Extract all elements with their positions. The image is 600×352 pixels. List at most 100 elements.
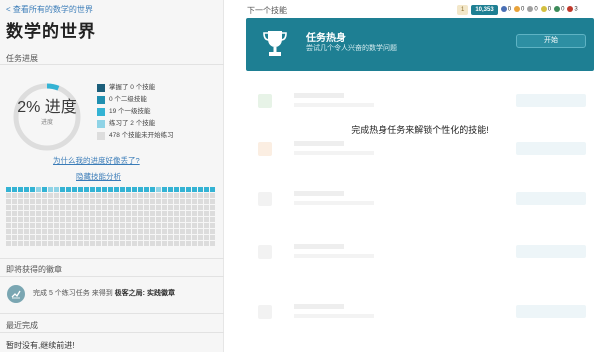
- skill-cell: [54, 193, 59, 198]
- skill-cell: [114, 187, 119, 192]
- skill-cell: [66, 235, 71, 240]
- skill-cell: [156, 205, 161, 210]
- skill-cell: [144, 205, 149, 210]
- skill-cell: [114, 193, 119, 198]
- divider: [0, 276, 224, 277]
- skill-cell: [108, 193, 113, 198]
- badge-description: 完成 5 个练习任务 来得到 极客之局: 实践徽章: [33, 288, 175, 298]
- skill-cell: [162, 205, 167, 210]
- hide-analysis-link[interactable]: 隐藏技能分析: [76, 171, 121, 182]
- skill-cell: [72, 229, 77, 234]
- skill-cell: [96, 235, 101, 240]
- skill-cell: [138, 187, 143, 192]
- skill-cell: [84, 223, 89, 228]
- skill-cell: [66, 223, 71, 228]
- skill-cell: [150, 223, 155, 228]
- skill-cell: [198, 199, 203, 204]
- skill-cell: [174, 187, 179, 192]
- points-total[interactable]: 10,353: [471, 4, 498, 15]
- skill-cell: [108, 205, 113, 210]
- skill-cell: [138, 235, 143, 240]
- skill-cell: [54, 235, 59, 240]
- skill-cell: [90, 229, 95, 234]
- skill-cell: [72, 235, 77, 240]
- skill-cell: [114, 211, 119, 216]
- user-stats: 1 10,353 0 0 0 0 0 3: [457, 4, 578, 15]
- skill-cell: [48, 217, 53, 222]
- skill-cell: [90, 211, 95, 216]
- skill-cell: [144, 235, 149, 240]
- skill-button: [516, 245, 586, 258]
- skill-cell: [78, 187, 83, 192]
- skill-cell: [96, 229, 101, 234]
- skill-cell: [12, 241, 17, 246]
- skill-cell: [54, 223, 59, 228]
- skill-cell: [30, 235, 35, 240]
- skill-cell: [162, 187, 167, 192]
- skill-icon: [258, 245, 272, 259]
- skill-cell: [30, 193, 35, 198]
- skill-cell: [42, 205, 47, 210]
- skill-cell: [84, 229, 89, 234]
- skill-cell: [156, 229, 161, 234]
- skill-cell: [132, 193, 137, 198]
- skill-cell: [150, 193, 155, 198]
- skill-cell: [84, 211, 89, 216]
- skill-cell: [42, 229, 47, 234]
- skill-cell: [132, 223, 137, 228]
- skill-cell: [24, 193, 29, 198]
- skill-cell: [84, 205, 89, 210]
- skill-cell: [6, 199, 11, 204]
- skill-cell: [84, 241, 89, 246]
- locked-skill-row: [246, 82, 594, 118]
- skill-cell: [36, 217, 41, 222]
- skill-cell: [60, 187, 65, 192]
- skill-cell: [198, 193, 203, 198]
- skill-cell: [60, 229, 65, 234]
- skill-cell: [42, 223, 47, 228]
- skill-button: [516, 305, 586, 318]
- skill-cell: [72, 223, 77, 228]
- badge-dot-icon: [567, 6, 574, 13]
- skill-cell: [168, 205, 173, 210]
- skill-cell: [30, 223, 35, 228]
- skill-cell: [42, 235, 47, 240]
- skill-cell: [198, 217, 203, 222]
- skill-cell: [174, 199, 179, 204]
- recent-empty-text: 暂时没有,继续前进!: [6, 341, 75, 350]
- skill-cell: [168, 187, 173, 192]
- back-link[interactable]: < 查看所有的数学的世界: [6, 4, 93, 15]
- skill-cell: [96, 199, 101, 204]
- skill-cell: [126, 205, 131, 210]
- skill-cell: [36, 211, 41, 216]
- badge-dot-icon: [514, 6, 521, 13]
- skill-cell: [36, 223, 41, 228]
- skill-cell: [54, 211, 59, 216]
- skill-cell: [198, 223, 203, 228]
- start-button[interactable]: 开始: [516, 34, 586, 48]
- skill-cell: [24, 223, 29, 228]
- skill-cell: [204, 193, 209, 198]
- skill-placeholder: [294, 201, 374, 205]
- skill-button: [516, 192, 586, 205]
- divider: [0, 64, 224, 65]
- skill-cell: [18, 223, 23, 228]
- skill-cell: [6, 223, 11, 228]
- skill-icon: [258, 305, 272, 319]
- skill-placeholder: [294, 103, 374, 107]
- skill-cell: [126, 211, 131, 216]
- skill-cell: [78, 205, 83, 210]
- trophy-icon: [263, 31, 287, 56]
- skill-cell: [138, 241, 143, 246]
- why-progress-link[interactable]: 为什么我的进度好像丢了?: [53, 155, 140, 166]
- skill-cell: [210, 211, 215, 216]
- legend-swatch: [97, 120, 105, 128]
- skill-cell: [162, 223, 167, 228]
- skill-cell: [102, 223, 107, 228]
- skill-cell: [168, 193, 173, 198]
- skill-cell: [102, 241, 107, 246]
- skill-cell: [84, 235, 89, 240]
- skill-cell: [150, 235, 155, 240]
- skill-cell: [186, 241, 191, 246]
- skill-cell: [54, 187, 59, 192]
